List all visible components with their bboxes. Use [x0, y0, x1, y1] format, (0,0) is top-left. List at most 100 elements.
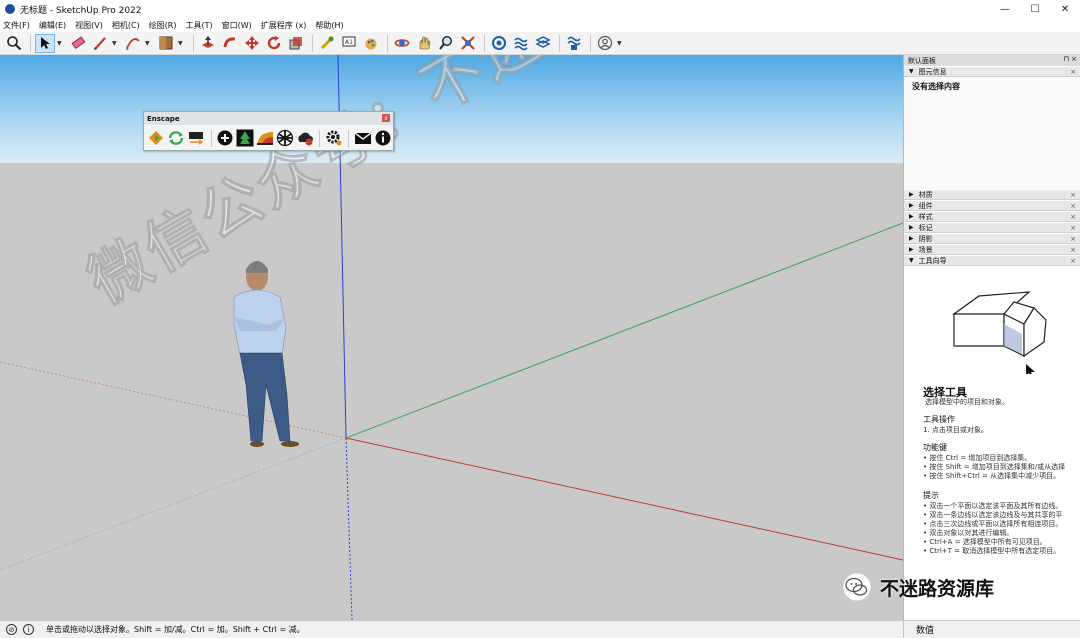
user-account-icon[interactable]: [595, 34, 615, 53]
text-icon[interactable]: A1: [339, 34, 359, 53]
sync-views-icon[interactable]: [187, 128, 206, 148]
close-icon[interactable]: ×: [1070, 235, 1076, 243]
select-arrow-icon[interactable]: [35, 33, 55, 53]
close-icon[interactable]: ×: [1070, 213, 1076, 221]
list-item: • Ctrl+T = 取消选择模型中所有选定项目。: [923, 547, 1061, 555]
paint-icon[interactable]: [361, 34, 381, 53]
chevron-down-icon[interactable]: ▼: [57, 40, 65, 47]
arc-icon[interactable]: [123, 34, 143, 53]
axes-and-model: [0, 55, 903, 620]
wechat-badge: 不迷路资源库: [842, 572, 994, 602]
paint-bucket-icon[interactable]: [156, 34, 176, 53]
info-icon[interactable]: i: [23, 624, 34, 635]
tray-tags[interactable]: ▶ 标记 ×: [904, 222, 1080, 233]
chevron-down-icon[interactable]: ▼: [112, 40, 120, 47]
list-item: • 双击一条边线以选定该边线及与其共享的平: [923, 511, 1063, 519]
list-item: • Ctrl+A = 选择模型中所有可见项目。: [923, 538, 1047, 546]
layout-icon[interactable]: [533, 34, 553, 53]
scale-figure[interactable]: [233, 261, 299, 447]
default-tray: 默认面板 ⊓ × ▼ 图元信息 × 没有选择内容 ▶ 材质 × ▶ 组件 × ▶…: [903, 55, 1080, 620]
about-icon[interactable]: [373, 128, 392, 148]
menu-file[interactable]: 文件(F): [3, 20, 30, 31]
menu-edit[interactable]: 编辑(E): [39, 20, 66, 31]
close-icon[interactable]: ×: [1070, 68, 1076, 76]
window-title: 无标题 - SketchUp Pro 2022: [20, 5, 142, 16]
menu-extensions[interactable]: 扩展程序 (x): [261, 20, 307, 31]
tray-scenes[interactable]: ▶ 场景 ×: [904, 244, 1080, 255]
menu-help[interactable]: 帮助(H): [315, 20, 343, 31]
move-icon[interactable]: [242, 34, 262, 53]
minimize-button[interactable]: —: [990, 0, 1020, 18]
close-icon[interactable]: x: [382, 114, 390, 122]
collapsed-arrow-icon: ▶: [909, 213, 914, 220]
close-icon[interactable]: ×: [1070, 224, 1076, 232]
close-icon[interactable]: ×: [1070, 257, 1076, 265]
follow-me-icon[interactable]: [220, 34, 240, 53]
upload-icon[interactable]: [295, 128, 314, 148]
tray-label: 图元信息: [918, 67, 947, 76]
measurements-box[interactable]: 数值: [903, 621, 1080, 638]
zoom-icon[interactable]: [436, 34, 456, 53]
live-update-icon[interactable]: [167, 128, 186, 148]
instructor-operations: 工具操作 1. 点击项目或对象。: [923, 414, 1080, 435]
extension-warehouse-icon[interactable]: [511, 34, 531, 53]
geolocation-icon[interactable]: ⊘: [6, 624, 17, 635]
feedback-icon[interactable]: [353, 128, 372, 148]
tray-label: 工具向导: [918, 256, 947, 265]
start-enscape-icon[interactable]: [147, 128, 166, 148]
tray-title: 默认面板: [908, 56, 936, 65]
tray-instructor[interactable]: ▼ 工具向导 ×: [904, 255, 1080, 266]
push-pull-icon[interactable]: [198, 34, 218, 53]
green-axis: [345, 222, 903, 439]
pencil-line-icon[interactable]: [90, 34, 110, 53]
list-item: 1. 点击项目或对象。: [923, 426, 988, 434]
settings-icon[interactable]: [324, 128, 343, 148]
render-icon[interactable]: [275, 128, 294, 148]
toolbar-divider: [387, 34, 388, 52]
modeling-viewport[interactable]: 微信公众号：不迷路资源库: [0, 55, 903, 620]
close-icon[interactable]: ×: [1070, 191, 1076, 199]
green-axis-negative: [0, 437, 347, 571]
red-axis: [345, 437, 903, 561]
close-icon[interactable]: ×: [1070, 246, 1076, 254]
extension-manager-icon[interactable]: [564, 34, 584, 53]
section-heading: 提示: [923, 491, 939, 500]
eraser-icon[interactable]: [68, 34, 88, 53]
chevron-down-icon[interactable]: ▼: [617, 40, 625, 47]
zoom-extents-icon[interactable]: [458, 34, 478, 53]
toolbar-divider: [559, 34, 560, 52]
asset-library-icon[interactable]: [236, 128, 255, 148]
instructor-tool-subtitle: 选择模型中的项目和对象。: [925, 398, 1009, 406]
select-tool-illustration: [952, 291, 1047, 374]
menu-view[interactable]: 视图(V): [75, 20, 103, 31]
menu-tools[interactable]: 工具(T): [186, 20, 213, 31]
search-icon[interactable]: [4, 34, 24, 53]
pin-close-icon[interactable]: ⊓ ×: [1063, 55, 1077, 63]
rotate-icon[interactable]: [264, 34, 284, 53]
tray-entity-info[interactable]: ▼ 图元信息 ×: [904, 66, 1080, 77]
close-button[interactable]: ✕: [1050, 0, 1080, 18]
tray-materials[interactable]: ▶ 材质 ×: [904, 189, 1080, 200]
instructor-modifier-keys: 功能键 • 按住 Ctrl = 增加项目到选择集。 • 按住 Shift = 增…: [923, 442, 1080, 481]
title-bar: 无标题 - SketchUp Pro 2022 — ☐ ✕: [0, 0, 1080, 18]
list-item: • 按住 Ctrl = 增加项目到选择集。: [923, 454, 1032, 462]
menu-window[interactable]: 窗口(W): [222, 20, 252, 31]
pan-icon[interactable]: [414, 34, 434, 53]
add-asset-icon[interactable]: [216, 128, 235, 148]
tray-styles[interactable]: ▶ 样式 ×: [904, 211, 1080, 222]
scale-icon[interactable]: [286, 34, 306, 53]
tray-components[interactable]: ▶ 组件 ×: [904, 200, 1080, 211]
menu-draw[interactable]: 绘图(R): [149, 20, 177, 31]
warehouse-icon[interactable]: [489, 34, 509, 53]
maximize-button[interactable]: ☐: [1020, 0, 1050, 18]
tape-measure-icon[interactable]: [317, 34, 337, 53]
orbit-icon[interactable]: [392, 34, 412, 53]
expanded-arrow-icon: ▼: [909, 257, 914, 264]
toolbar-divider: [210, 129, 212, 147]
material-editor-icon[interactable]: [256, 128, 275, 148]
tray-shadows[interactable]: ▶ 阴影 ×: [904, 233, 1080, 244]
close-icon[interactable]: ×: [1070, 202, 1076, 210]
menu-camera[interactable]: 相机(C): [112, 20, 140, 31]
chevron-down-icon[interactable]: ▼: [145, 40, 153, 47]
chevron-down-icon[interactable]: ▼: [178, 40, 186, 47]
